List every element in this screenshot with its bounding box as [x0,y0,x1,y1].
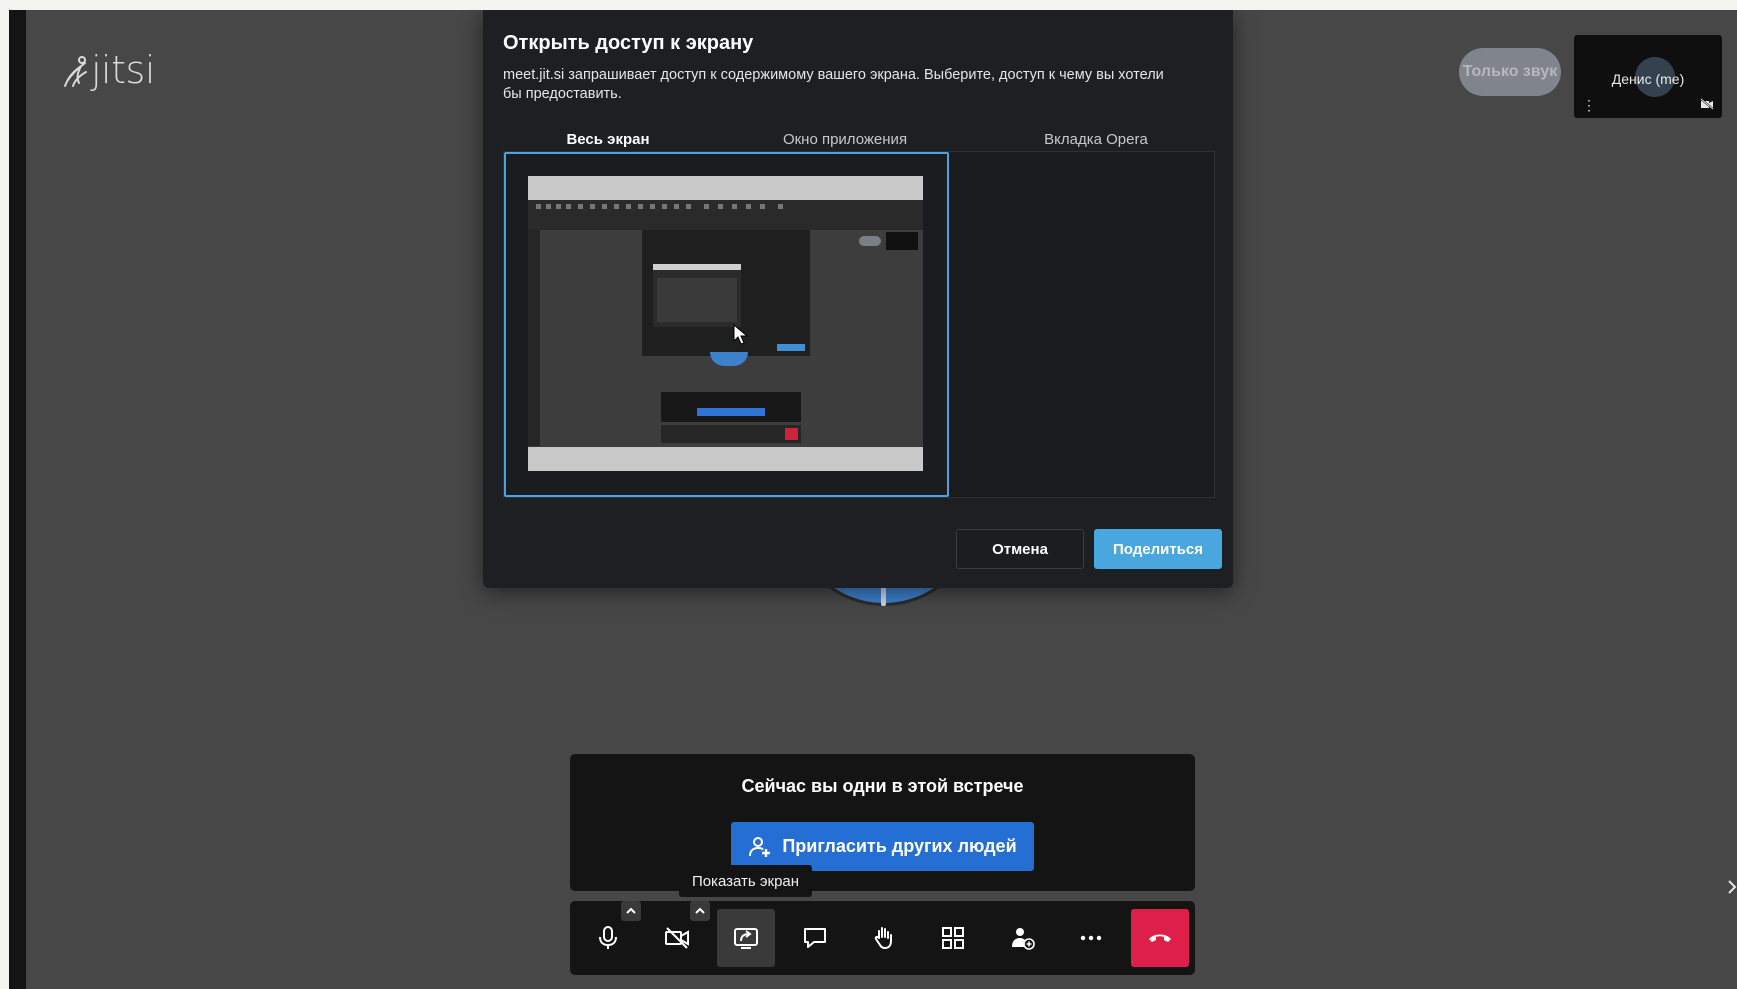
meeting-toolbar [570,901,1195,975]
camera-options-caret[interactable] [690,901,710,921]
screen-thumbnail [528,176,923,471]
invite-label: Пригласить других людей [782,836,1017,856]
tile-view-icon [942,927,964,949]
jitsi-logo-icon [64,56,87,87]
audio-only-participant[interactable]: Только звук [1459,48,1561,96]
chat-button[interactable] [786,909,844,967]
self-name: Денис (me) [1611,71,1685,87]
screen-share-tooltip: Показать экран [679,865,812,897]
cursor-icon [733,324,749,345]
microphone-options-caret[interactable] [621,901,641,921]
share-button[interactable]: Поделиться [1094,529,1222,569]
raise-hand-button[interactable] [855,909,913,967]
alone-message: Сейчас вы одни в этой встрече [741,776,1024,796]
invite-participant-button[interactable] [993,909,1051,967]
self-video-tile[interactable]: Денис (me) ⋮ [1574,35,1722,118]
invite-people-button[interactable]: Пригласить других людей [731,822,1034,871]
meeting-stage: jitsi Только звук Денис (me) ⋮ Открыть д… [9,10,1737,989]
more-vertical-icon[interactable]: ⋮ [1582,97,1596,114]
chat-icon [804,928,826,948]
microphone-icon [599,926,617,949]
chevron-up-icon [695,907,705,914]
more-options-icon [1080,935,1102,941]
logo-text: jitsi [91,48,155,92]
hangup-icon [1149,934,1171,942]
tile-view-button[interactable] [924,909,982,967]
chevron-right-icon[interactable] [1725,876,1737,898]
source-list [503,151,1215,498]
left-edge-bar [9,10,26,989]
dialog-description: meet.jit.si запрашивает доступ к содержи… [503,67,1164,102]
screen-share-button[interactable] [717,909,775,967]
screen-share-icon [734,928,758,949]
cancel-button[interactable]: Отмена [956,529,1084,569]
jitsi-logo: jitsi [59,48,155,92]
chevron-up-icon [626,907,636,914]
more-options-button[interactable] [1062,909,1120,967]
camera-off-icon [1700,98,1714,110]
camera-off-icon [665,927,689,949]
share-screen-dialog: Открыть доступ к экрану meet.jit.si запр… [483,10,1233,588]
invite-participant-icon [1012,928,1035,950]
screen-source-option[interactable] [504,152,949,497]
dialog-title: Открыть доступ к экрану [503,32,754,54]
raise-hand-icon [874,927,892,950]
add-person-icon [749,836,771,857]
alone-in-meeting-panel: Сейчас вы одни в этой встрече Пригласить… [570,754,1195,891]
hangup-button[interactable] [1131,909,1189,967]
